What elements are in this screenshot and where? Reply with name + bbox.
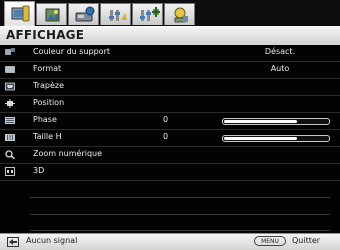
menu-divider xyxy=(30,197,330,198)
menu-item-label: 3D xyxy=(33,166,45,175)
h-size-icon xyxy=(5,134,15,141)
tab-advanced[interactable] xyxy=(132,3,163,25)
tab-display[interactable] xyxy=(4,1,35,26)
position-icon xyxy=(5,99,15,108)
menu-item-label: Couleur du support xyxy=(33,47,111,56)
footer-bar: Aucun signal MENU Quitter xyxy=(0,233,340,250)
phase-slider-fill xyxy=(224,120,297,123)
menu-item-value: Désact. xyxy=(264,47,296,56)
projector-osd-menu: AFFICHAGE Couleur du support Désact. For… xyxy=(0,0,340,250)
menu-item-label: Position xyxy=(33,98,65,107)
phase-value: 0 xyxy=(163,115,169,124)
menu-item-position[interactable]: Position xyxy=(0,96,340,113)
input-source-icon xyxy=(7,237,19,247)
3d-icon xyxy=(5,167,15,176)
system-setup-icon xyxy=(109,10,127,21)
advanced-setup-icon xyxy=(140,7,160,21)
display-settings-icon xyxy=(11,5,30,22)
tab-picture[interactable] xyxy=(36,3,67,25)
h-size-slider[interactable] xyxy=(222,135,330,142)
title-bar: AFFICHAGE xyxy=(0,26,340,46)
menu-key-badge[interactable]: MENU xyxy=(254,236,286,246)
tab-system[interactable] xyxy=(100,3,131,25)
digital-zoom-icon xyxy=(5,150,15,159)
tab-bar xyxy=(0,0,340,26)
menu-item-wall-color[interactable]: Couleur du support Désact. xyxy=(0,45,340,62)
menu-item-label: Phase xyxy=(33,115,57,124)
h-size-value: 0 xyxy=(163,132,169,141)
wall-color-icon xyxy=(5,48,15,55)
picture-settings-icon xyxy=(45,8,60,22)
menu-item-3d[interactable]: 3D xyxy=(0,164,340,181)
h-size-slider-fill xyxy=(224,137,297,140)
menu-item-label: Zoom numérique xyxy=(33,149,103,158)
signal-status: Aucun signal xyxy=(26,236,78,245)
menu-item-digital-zoom[interactable]: Zoom numérique xyxy=(0,147,340,164)
page-title: AFFICHAGE xyxy=(6,28,85,42)
menu-item-phase[interactable]: Phase 0 xyxy=(0,113,340,130)
menu-item-label: Format xyxy=(33,64,62,73)
aspect-ratio-icon xyxy=(5,66,15,73)
menu-item-keystone[interactable]: Trapèze xyxy=(0,79,340,96)
tab-information[interactable] xyxy=(164,3,195,25)
menu-item-h-size[interactable]: Taille H 0 xyxy=(0,130,340,147)
source-settings-icon xyxy=(75,6,95,22)
information-icon xyxy=(174,7,188,23)
menu-divider xyxy=(30,214,330,215)
menu-divider xyxy=(30,230,330,231)
tab-source[interactable] xyxy=(68,3,99,25)
phase-icon xyxy=(5,117,15,124)
menu-item-value: Auto xyxy=(270,64,290,73)
menu-item-label: Trapèze xyxy=(33,81,65,90)
keystone-icon xyxy=(5,82,15,91)
phase-slider[interactable] xyxy=(222,118,330,125)
menu-list: Couleur du support Désact. Format Auto T… xyxy=(0,45,340,233)
menu-item-label: Taille H xyxy=(33,132,62,141)
exit-label[interactable]: Quitter xyxy=(292,236,320,245)
menu-item-aspect-ratio[interactable]: Format Auto xyxy=(0,62,340,79)
